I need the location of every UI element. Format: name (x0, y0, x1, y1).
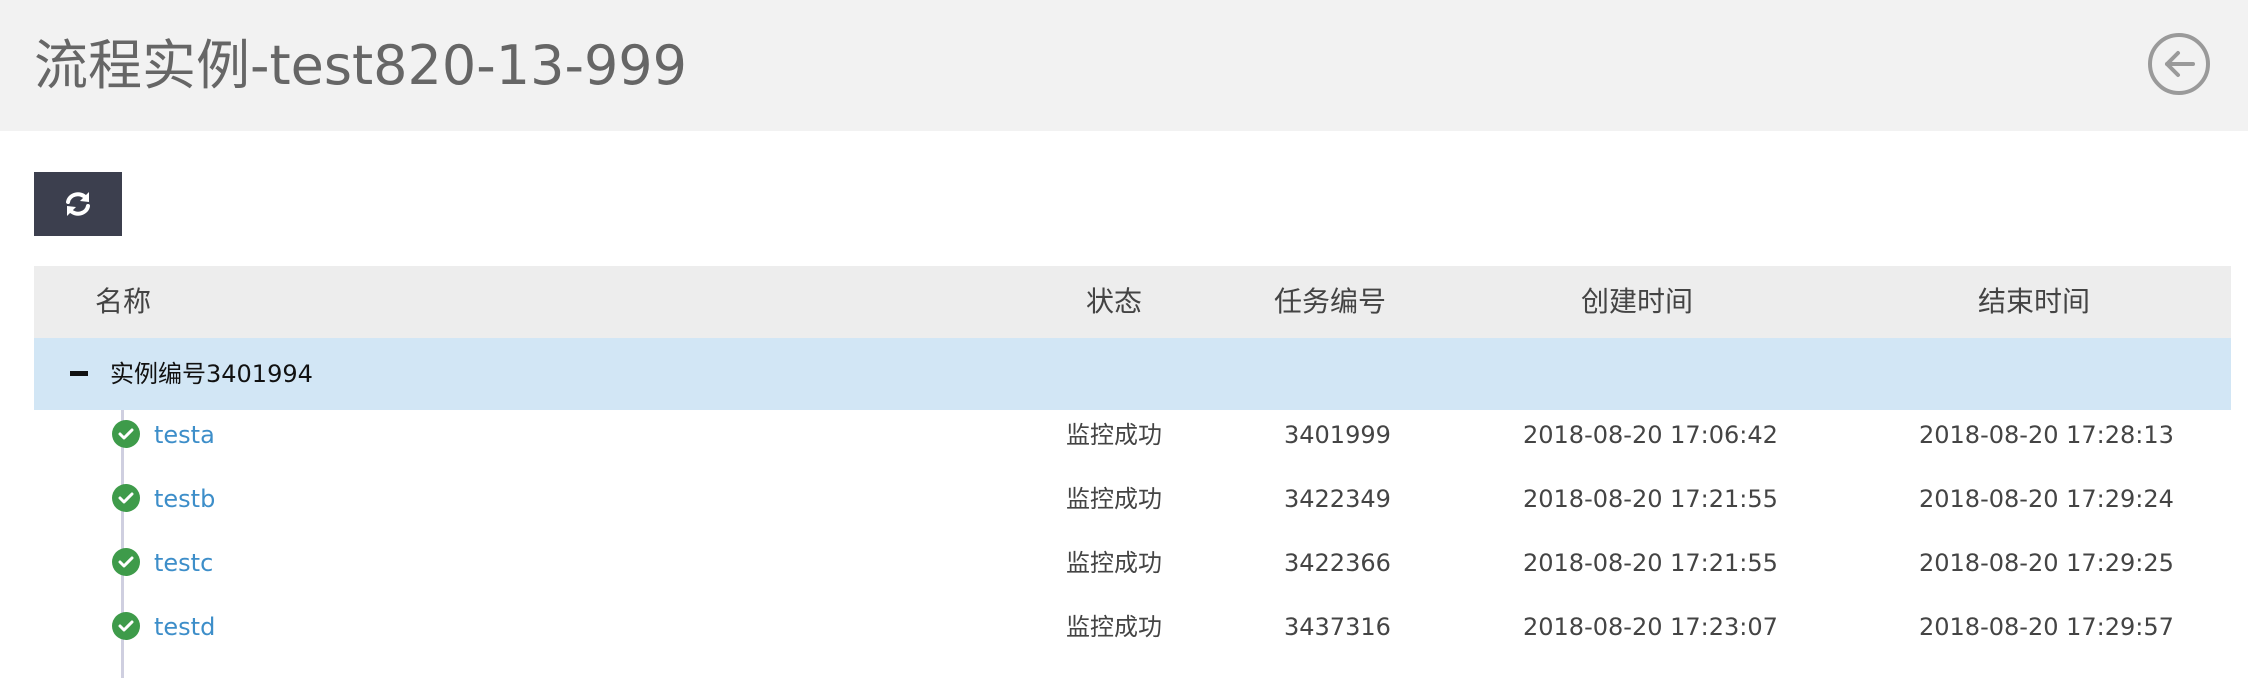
arrow-left-icon (2165, 51, 2195, 77)
task-status: 监控成功 (1066, 421, 1162, 449)
process-instance-table: 名称 状态 任务编号 创建时间 结束时间 实例编号3401994 testa 监… (34, 266, 2231, 678)
task-name-link[interactable]: testd (154, 602, 215, 652)
refresh-button[interactable] (34, 172, 122, 236)
table-row: testc 监控成功 3422366 2018-08-20 17:21:55 2… (34, 538, 2231, 602)
instance-group-row[interactable]: 实例编号3401994 (34, 338, 2231, 410)
task-created-time: 2018-08-20 17:06:42 (1523, 421, 1778, 449)
task-name-link[interactable]: testc (154, 538, 213, 588)
column-header-name: 名称 (95, 285, 152, 318)
collapse-icon[interactable] (70, 371, 88, 376)
success-check-icon (112, 548, 140, 576)
task-created-time: 2018-08-20 17:21:55 (1523, 485, 1778, 513)
task-status: 监控成功 (1066, 613, 1162, 641)
success-check-icon (112, 420, 140, 448)
task-ended-time: 2018-08-20 17:28:13 (1919, 421, 2174, 449)
task-number: 3422366 (1284, 549, 1391, 577)
success-check-icon (112, 612, 140, 640)
task-ended-time: 2018-08-20 17:29:57 (1919, 613, 2174, 641)
task-created-time: 2018-08-20 17:23:07 (1523, 613, 1778, 641)
page-title: 流程实例-test820-13-999 (34, 34, 688, 97)
column-header-task-no: 任务编号 (1274, 285, 1387, 318)
instance-group-label: 实例编号3401994 (110, 360, 313, 388)
page-header: 流程实例-test820-13-999 (0, 0, 2248, 131)
task-created-time: 2018-08-20 17:21:55 (1523, 549, 1778, 577)
refresh-icon (66, 192, 90, 216)
column-header-ended: 结束时间 (1978, 285, 2091, 318)
task-status: 监控成功 (1066, 549, 1162, 577)
table-row: testb 监控成功 3422349 2018-08-20 17:21:55 2… (34, 474, 2231, 538)
task-name-link[interactable]: testa (154, 410, 215, 460)
column-header-status: 状态 (1086, 285, 1143, 318)
task-name-link[interactable]: testb (154, 474, 215, 524)
task-ended-time: 2018-08-20 17:29:25 (1919, 549, 2174, 577)
task-ended-time: 2018-08-20 17:29:24 (1919, 485, 2174, 513)
task-rows: testa 监控成功 3401999 2018-08-20 17:06:42 2… (34, 410, 2231, 678)
task-status: 监控成功 (1066, 485, 1162, 513)
task-number: 3401999 (1284, 421, 1391, 449)
column-header-created: 创建时间 (1581, 285, 1694, 318)
table-header: 名称 状态 任务编号 创建时间 结束时间 (34, 266, 2231, 338)
success-check-icon (112, 484, 140, 512)
task-number: 3437316 (1284, 613, 1391, 641)
back-button[interactable] (2148, 33, 2210, 95)
task-number: 3422349 (1284, 485, 1391, 513)
table-row: testd 监控成功 3437316 2018-08-20 17:23:07 2… (34, 602, 2231, 666)
table-row: testa 监控成功 3401999 2018-08-20 17:06:42 2… (34, 410, 2231, 474)
